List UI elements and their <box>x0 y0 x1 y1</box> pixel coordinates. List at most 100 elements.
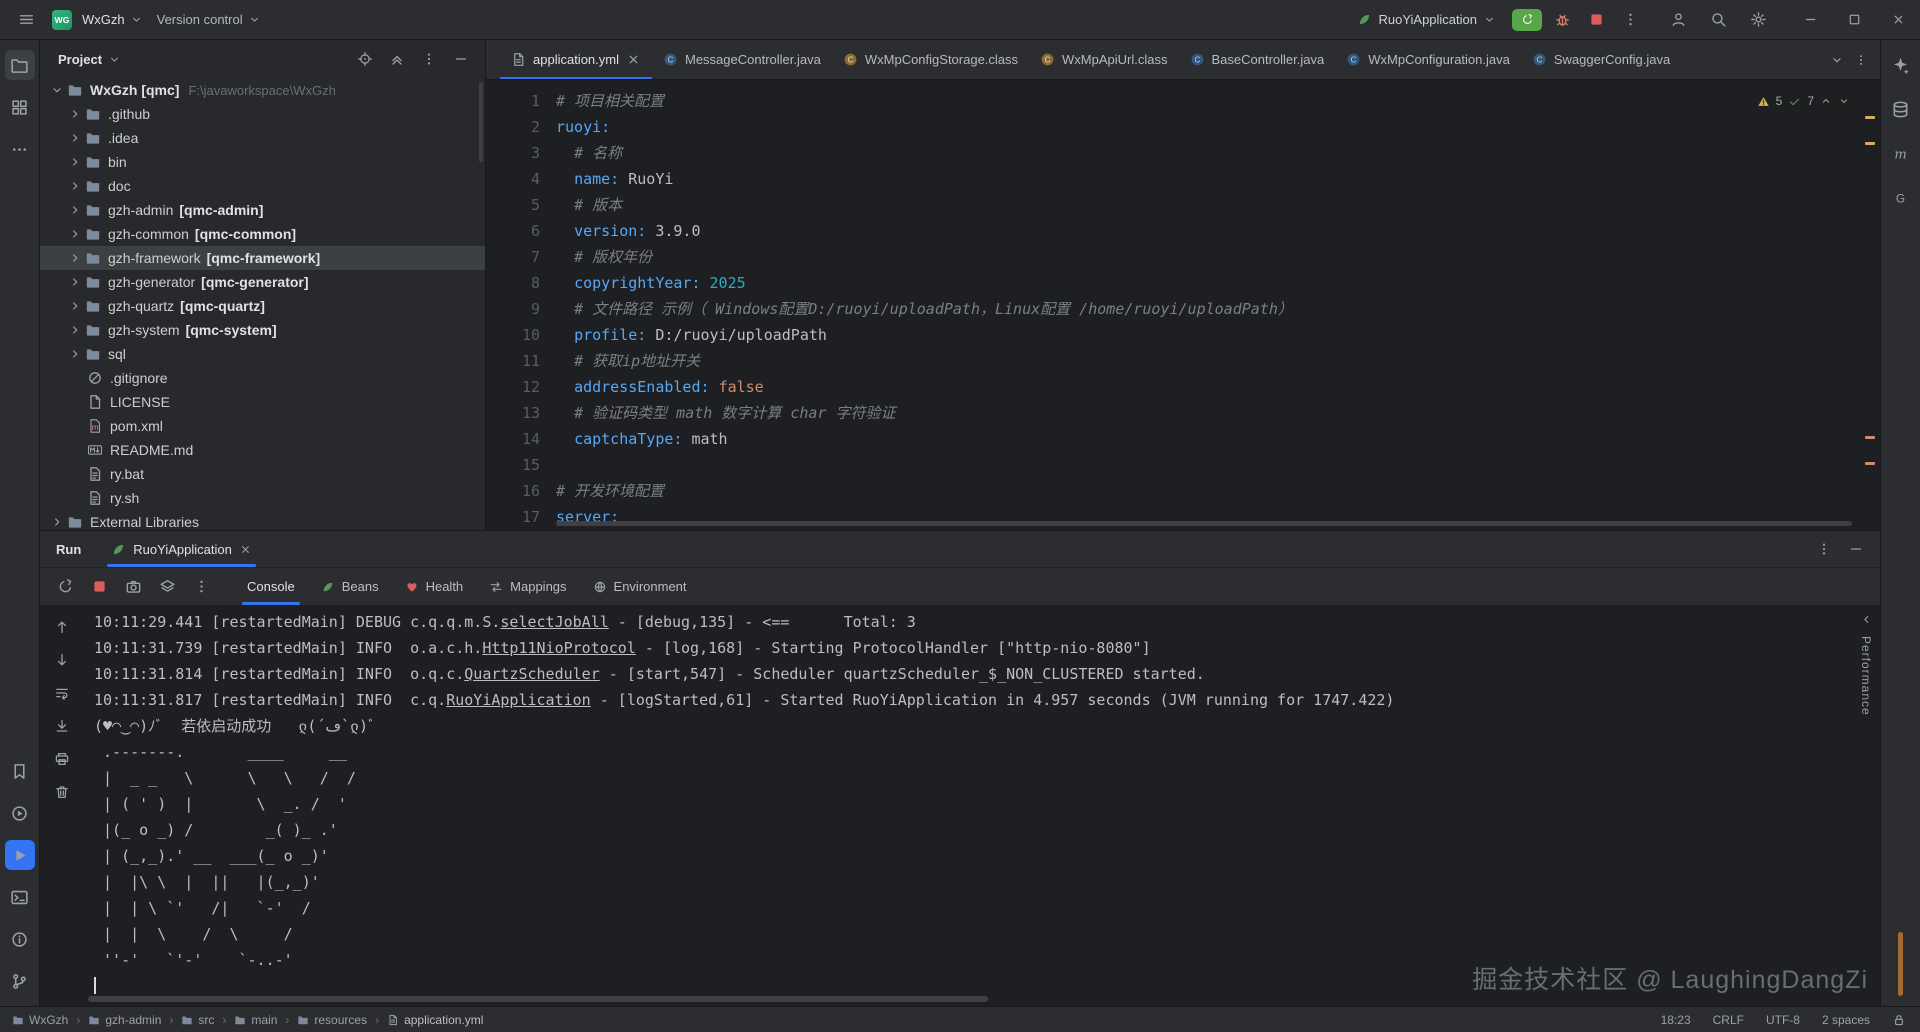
project-tree[interactable]: WxGzh [qmc] F:\javaworkspace\WxGzh .github… <box>40 78 485 530</box>
stop[interactable] <box>86 574 112 600</box>
minimize-button[interactable] <box>1788 0 1832 40</box>
run-config-tab[interactable]: RuoYiApplication <box>101 531 262 567</box>
search-everywhere[interactable] <box>1704 6 1732 34</box>
run-view-tab-health[interactable]: Health <box>392 568 477 605</box>
chevron-down-icon[interactable] <box>108 53 121 66</box>
user-profile[interactable] <box>1664 6 1692 34</box>
project-panel-title[interactable]: Project <box>58 52 102 67</box>
tool-gradle[interactable]: G <box>1886 182 1916 212</box>
panel-options[interactable] <box>1812 537 1836 561</box>
main-menu-button[interactable] <box>12 6 40 34</box>
tool-problems[interactable] <box>5 924 35 954</box>
tool-version-control[interactable] <box>5 966 35 996</box>
layers[interactable] <box>154 574 180 600</box>
caret-position-widget[interactable]: 18:23 <box>1661 1013 1691 1027</box>
breadcrumb-src[interactable]: src <box>181 1013 214 1027</box>
console-vscrollbar[interactable] <box>1898 932 1903 996</box>
tool-run[interactable] <box>4 840 35 870</box>
tree-item-ry.bat[interactable]: ry.bat <box>40 462 485 486</box>
tree-item-doc[interactable]: doc <box>40 174 485 198</box>
tool-services[interactable] <box>5 798 35 828</box>
toolbar-more[interactable] <box>188 574 214 600</box>
tab-options-icon[interactable] <box>1854 53 1868 67</box>
tool-bookmarks[interactable] <box>5 756 35 786</box>
tool-maven[interactable]: m <box>1886 138 1916 168</box>
breadcrumb-resources[interactable]: resources <box>297 1013 367 1027</box>
tool-structure[interactable] <box>5 92 35 122</box>
tree-item-.github[interactable]: .github <box>40 102 485 126</box>
next-problem-icon[interactable] <box>1838 95 1850 107</box>
tree-item-gzh-generator[interactable]: gzh-generator [qmc-generator] <box>40 270 485 294</box>
breadcrumb-gzh-admin[interactable]: gzh-admin <box>88 1013 161 1027</box>
editor-tab-application.yml[interactable]: application.yml <box>500 40 652 79</box>
tree-item-gzh-system[interactable]: gzh-system [qmc-system] <box>40 318 485 342</box>
tree-item-bin[interactable]: bin <box>40 150 485 174</box>
rerun-application-button[interactable] <box>1512 8 1542 31</box>
breadcrumb-WxGzh[interactable]: WxGzh <box>12 1013 68 1027</box>
readonly-lock-icon[interactable] <box>1892 1013 1906 1027</box>
panel-options[interactable] <box>417 47 441 71</box>
collapse-all[interactable] <box>385 47 409 71</box>
tree-item-pom.xml[interactable]: m pom.xml <box>40 414 485 438</box>
run-view-tab-environment[interactable]: Environment <box>580 568 700 605</box>
scroll-to-end[interactable] <box>50 714 74 738</box>
console-hscrollbar[interactable] <box>88 996 988 1002</box>
tree-item-ry.sh[interactable]: ry.sh <box>40 486 485 510</box>
tree-item-license[interactable]: LICENSE <box>40 390 485 414</box>
console-output-area[interactable]: 10:11:29.441 [restartedMain] DEBUG c.q.q… <box>84 605 1852 1006</box>
breadcrumb-main[interactable]: main <box>234 1013 277 1027</box>
breadcrumb-application.yml[interactable]: application.yml <box>387 1013 483 1027</box>
maximize-button[interactable] <box>1832 0 1876 40</box>
prev-problem-icon[interactable] <box>1820 95 1832 107</box>
tree-item-gzh-quartz[interactable]: gzh-quartz [qmc-quartz] <box>40 294 485 318</box>
thread-dump[interactable] <box>120 574 146 600</box>
locate-file[interactable] <box>353 47 377 71</box>
editor[interactable]: 1 # 项目相关配置 2 ruoyi: 3 # 名称 4 name: RuoYi 5 # 版… <box>486 80 1880 530</box>
tree-item-gzh-admin[interactable]: gzh-admin [qmc-admin] <box>40 198 485 222</box>
clear-all[interactable] <box>50 780 74 804</box>
project-switcher[interactable]: WxGzh <box>78 6 147 34</box>
rerun[interactable] <box>52 574 78 600</box>
close-button[interactable] <box>1876 0 1920 40</box>
run-view-tab-console[interactable]: Console <box>234 568 308 605</box>
editor-tab-WxMpApiUrl.class[interactable]: C WxMpApiUrl.class <box>1029 40 1178 79</box>
next-occurrence[interactable] <box>50 648 74 672</box>
editor-tab-SwaggerConfig.java[interactable]: C SwaggerConfig.java <box>1521 40 1681 79</box>
debug-button[interactable] <box>1548 6 1576 34</box>
close-icon[interactable] <box>626 52 641 67</box>
indent-widget[interactable]: 2 spaces <box>1822 1013 1870 1027</box>
tree-item-gzh-framework[interactable]: gzh-framework [qmc-framework] <box>40 246 485 270</box>
run-more-options[interactable] <box>1616 6 1644 34</box>
editor-hscrollbar[interactable] <box>556 521 1852 526</box>
tree-item-.gitignore[interactable]: .gitignore <box>40 366 485 390</box>
hide-panel[interactable] <box>1844 537 1868 561</box>
soft-wrap[interactable] <box>50 681 74 705</box>
performance-stub[interactable]: Performance <box>1852 605 1880 1006</box>
hide-panel[interactable] <box>449 47 473 71</box>
vcs-menu[interactable]: Version control <box>153 6 265 34</box>
run-view-tab-mappings[interactable]: Mappings <box>476 568 579 605</box>
tree-item-gzh-common[interactable]: gzh-common [qmc-common] <box>40 222 485 246</box>
stop-button[interactable] <box>1582 6 1610 34</box>
editor-tab-WxMpConfiguration.java[interactable]: C WxMpConfiguration.java <box>1335 40 1521 79</box>
tool-database[interactable] <box>1886 94 1916 124</box>
editor-tab-BaseController.java[interactable]: C BaseController.java <box>1179 40 1336 79</box>
tree-item-sql[interactable]: sql <box>40 342 485 366</box>
editor-tab-WxMpConfigStorage.class[interactable]: C WxMpConfigStorage.class <box>832 40 1029 79</box>
print[interactable] <box>50 747 74 771</box>
tool-terminal[interactable] <box>5 882 35 912</box>
tool-project[interactable] <box>4 50 35 80</box>
tree-item-readme.md[interactable]: README.md <box>40 438 485 462</box>
prev-occurrence[interactable] <box>50 615 74 639</box>
inspections-widget[interactable]: 5 7 <box>1750 86 1856 116</box>
tree-item-wxgzh-qmc-[interactable]: WxGzh [qmc] F:\javaworkspace\WxGzh <box>40 78 485 102</box>
tool-more[interactable] <box>5 134 35 164</box>
run-view-tab-beans[interactable]: Beans <box>308 568 392 605</box>
editor-tab-MessageController.java[interactable]: C MessageController.java <box>652 40 832 79</box>
tree-item-.idea[interactable]: .idea <box>40 126 485 150</box>
encoding-widget[interactable]: UTF-8 <box>1766 1013 1800 1027</box>
run-configuration-selector[interactable]: RuoYiApplication <box>1357 12 1496 27</box>
settings[interactable] <box>1744 6 1772 34</box>
tool-ai-assistant[interactable] <box>1886 50 1916 80</box>
tree-item-external-libraries[interactable]: External Libraries <box>40 510 485 530</box>
